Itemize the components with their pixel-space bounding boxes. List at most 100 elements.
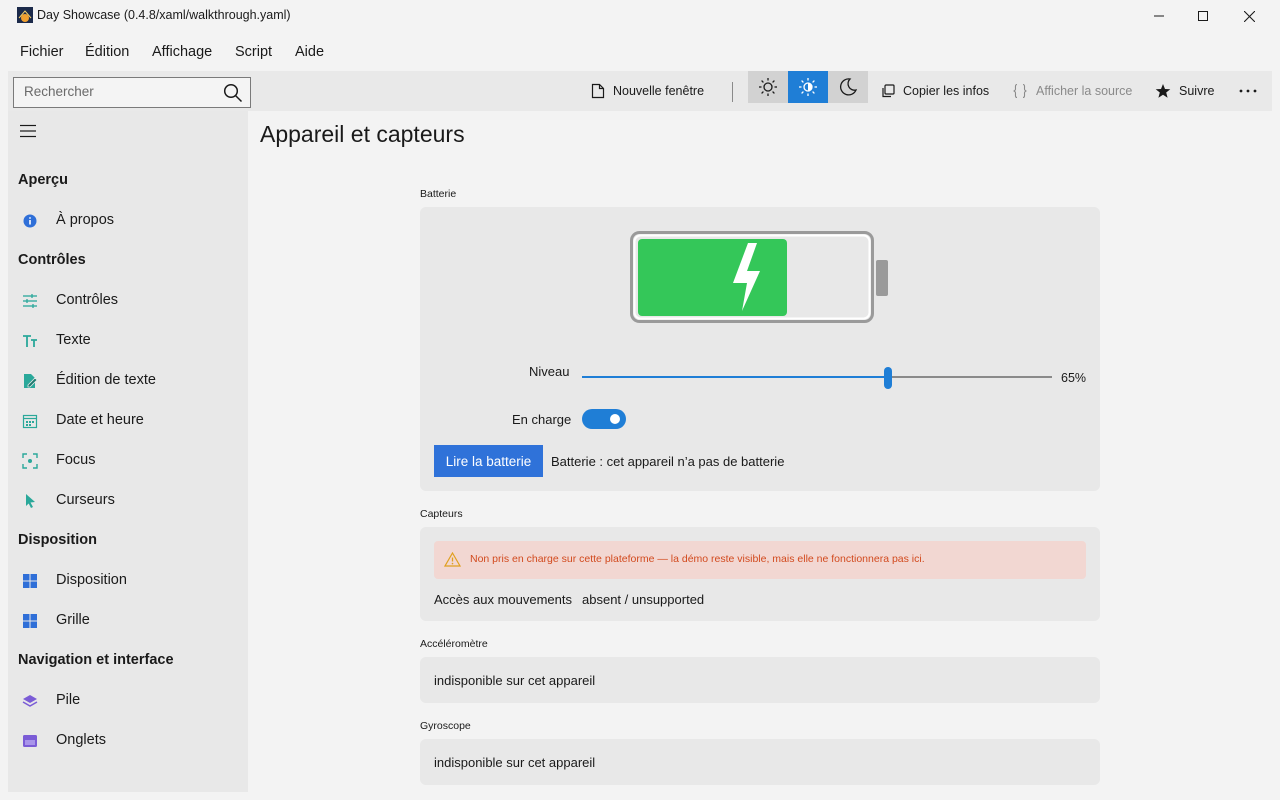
theme-switcher [748,71,868,103]
accelerometer-section-label: Accéléromètre [420,638,488,650]
charging-label: En charge [512,412,572,427]
battery-section-label: Batterie [420,188,457,200]
sidebar-item-label: Date et heure [56,412,144,428]
grid-icon [23,614,37,628]
sidebar-item-onglets[interactable]: Onglets [8,722,248,758]
gyroscope-value: indisponible sur cet appareil [434,755,596,770]
maximize-button[interactable] [1180,0,1226,32]
menu-script[interactable]: Script [235,44,272,60]
sensors-section-label: Capteurs [420,508,463,520]
battery-read-result: Batterie : cet appareil n’a pas de batte… [551,454,785,469]
motion-access-value: absent / unsupported [582,592,705,607]
sidebar-item-curseurs[interactable]: Curseurs [8,482,248,518]
sensors-card: Non pris en charge sur cette plateforme … [420,527,1100,621]
info-icon [23,214,37,228]
menu-edition[interactable]: Édition [85,44,129,60]
sidebar-item-label: Curseurs [56,492,115,508]
follow-label: Suivre [1179,84,1215,98]
text-icon [23,335,37,347]
battery-level-value: 65% [1061,371,1087,385]
theme-auto-button[interactable] [788,71,828,103]
more-icon [1239,89,1257,93]
show-source-label: Afficher la source [1036,84,1133,98]
contrast-sun-icon [799,78,817,96]
document-icon [591,83,605,99]
sidebar-item-label: À propos [56,212,115,228]
calendar-icon [22,414,38,429]
maximize-icon [1198,11,1208,21]
sliders-icon [23,294,37,308]
toggle-knob [610,414,620,424]
tabs-icon [23,735,37,747]
motion-access-label: Accès aux mouvements [434,592,573,607]
theme-light-button[interactable] [748,71,788,103]
menu-aide[interactable]: Aide [295,44,324,60]
minimize-icon [1154,15,1164,17]
battery-fill [638,239,787,316]
copy-info-button[interactable]: Copier les infos [881,71,989,111]
sidebar-item-label: Focus [56,452,96,468]
follow-button[interactable]: Suivre [1155,71,1214,111]
read-battery-button[interactable]: Lire la batterie [434,445,543,477]
sidebar-item-focus[interactable]: Focus [8,442,248,478]
sidebar-item-edition-de-texte[interactable]: Édition de texte [8,362,248,398]
close-icon [1243,10,1255,22]
menu-fichier[interactable]: Fichier [20,44,64,60]
sidebar-item-disposition[interactable]: Disposition [8,562,248,598]
search-icon[interactable] [223,83,243,103]
toolbar: Nouvelle fenêtre [8,71,1272,111]
page-title: Appareil et capteurs [260,121,465,147]
gyroscope-card: indisponible sur cet appareil [420,739,1100,785]
warning-text: Non pris en charge sur cette plateforme … [470,553,925,565]
content-area: Appareil et capteurs Batterie Niveau 65%… [248,111,1280,800]
copy-icon [882,84,895,98]
minimize-button[interactable] [1136,0,1182,32]
slider-thumb[interactable] [883,367,892,389]
sidebar-item-grille[interactable]: Grille [8,602,248,638]
window-title: Day Showcase (0.4.8/xaml/walkthrough.yam… [37,8,291,22]
sidebar-item-date-et-heure[interactable]: Date et heure [8,402,248,438]
sidebar-item-label: Grille [56,612,90,628]
sidebar-item-label: Disposition [56,572,127,588]
battery-icon [630,231,888,323]
title-bar: Day Showcase (0.4.8/xaml/walkthrough.yam… [0,0,1280,32]
battery-level-label: Niveau [529,364,570,379]
layout-icon [23,574,37,588]
gyroscope-section-label: Gyroscope [420,720,471,732]
battery-card: Niveau 65% En charge Lire la batterie Ba… [420,207,1100,491]
sidebar-item-label: Pile [56,692,81,708]
nav-section-disposition: Disposition [18,532,97,548]
menu-bar: Fichier Édition Affichage Script Aide [0,32,1280,72]
unsupported-warning: Non pris en charge sur cette plateforme … [434,541,1086,579]
menu-affichage[interactable]: Affichage [152,44,212,60]
sidebar-item-pile[interactable]: Pile [8,682,248,718]
sidebar-item-label: Contrôles [56,292,119,308]
warning-icon [444,552,461,567]
nav-section-controles: Contrôles [18,252,86,268]
nav-section-navigation: Navigation et interface [18,652,174,668]
sidebar-item-label: Édition de texte [56,372,156,388]
battery-level-slider[interactable] [582,365,1052,389]
sidebar-item-a-propos[interactable]: À propos [8,202,248,238]
accelerometer-value: indisponible sur cet appareil [434,673,596,688]
sidebar-item-label: Onglets [56,732,106,748]
sidebar-item-label: Texte [56,332,91,348]
show-source-button[interactable]: Afficher la source [1012,71,1132,111]
search-box[interactable] [13,77,251,108]
stack-icon [22,695,38,707]
accelerometer-card: indisponible sur cet appareil [420,657,1100,703]
new-window-button[interactable]: Nouvelle fenêtre [591,71,704,111]
edit-icon [24,374,38,388]
sun-icon [759,78,777,96]
more-button[interactable] [1239,71,1265,111]
sidebar-item-texte[interactable]: Texte [8,322,248,358]
app-logo-icon [17,7,33,23]
sidebar-item-controles[interactable]: Contrôles [8,282,248,318]
search-input[interactable] [24,84,214,99]
nav-section-apercu: Aperçu [18,172,68,188]
moon-icon [839,78,858,96]
close-button[interactable] [1226,0,1272,32]
charging-toggle[interactable] [582,409,626,429]
hamburger-menu-icon[interactable] [20,124,36,138]
theme-dark-button[interactable] [828,71,868,103]
